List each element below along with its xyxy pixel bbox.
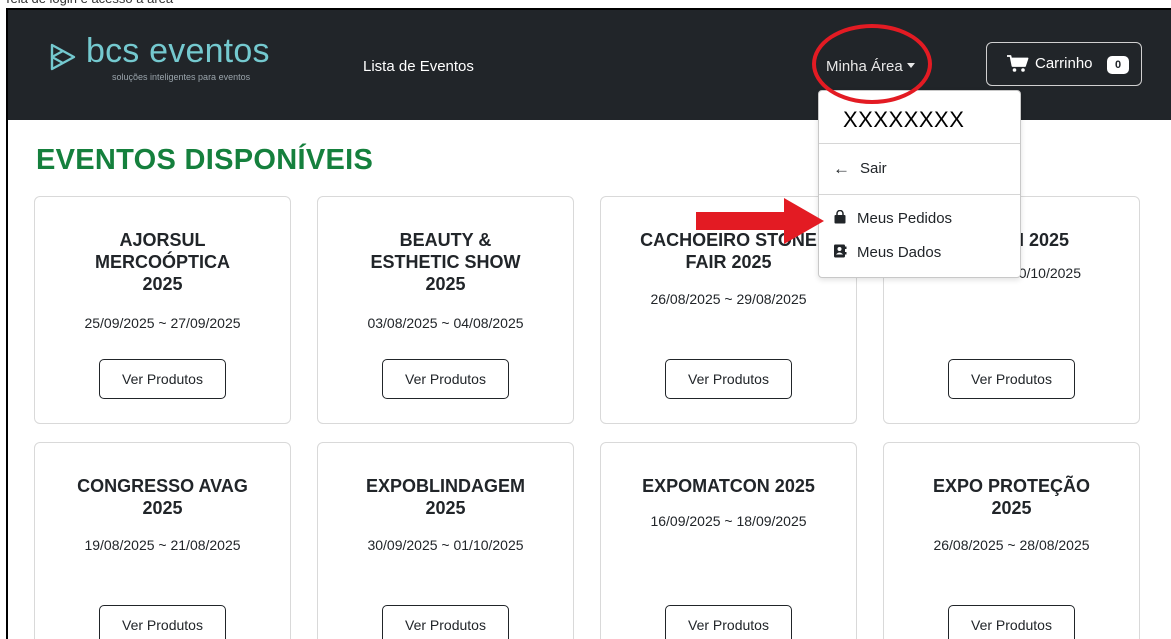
dropdown-divider <box>819 194 1020 195</box>
cart-count-badge: 0 <box>1107 56 1129 74</box>
shopping-bag-icon <box>834 210 846 224</box>
page-title: EVENTOS DISPONÍVEIS <box>36 144 374 176</box>
event-card: EXPOMATCON 2025 16/09/2025 ~ 18/09/2025 … <box>600 442 857 639</box>
event-title: EXPO PROTEÇÃO 2025 <box>932 476 1091 518</box>
view-products-button[interactable]: Ver Produtos <box>948 605 1075 639</box>
event-card: EXPOBLINDAGEM 2025 30/09/2025 ~ 01/10/20… <box>317 442 574 639</box>
arrow-left-icon: ← <box>833 159 850 178</box>
shopping-cart-icon <box>1007 55 1029 72</box>
event-card: AJORSUL MERCOÓPTICA 2025 25/09/2025 ~ 27… <box>34 196 291 424</box>
brand-tagline: soluções inteligentes para eventos <box>112 72 251 82</box>
event-title: BEAUTY & ESTHETIC SHOW 2025 <box>370 230 521 294</box>
dropdown-item-label: Sair <box>860 160 887 177</box>
event-dates: 26/08/2025 ~ 28/08/2025 <box>933 537 1090 553</box>
red-arrow-annotation <box>696 198 824 244</box>
event-title: AJORSUL MERCOÓPTICA 2025 <box>95 230 230 294</box>
event-title: CONGRESSO AVAG 2025 <box>77 476 248 518</box>
event-card: CONGRESSO AVAG 2025 19/08/2025 ~ 21/08/2… <box>34 442 291 639</box>
event-dates: 16/09/2025 ~ 18/09/2025 <box>650 513 807 529</box>
dropdown-item-logout[interactable]: ← Sair <box>833 159 887 179</box>
event-dates: 03/08/2025 ~ 04/08/2025 <box>367 315 524 331</box>
top-strip: Tela de login e acesso à área <box>0 0 1171 8</box>
brand-name: bcs eventos <box>86 32 270 70</box>
event-title: EXPOBLINDAGEM 2025 <box>365 476 525 518</box>
dropdown-item-label: Meus Dados <box>857 244 942 261</box>
view-products-button[interactable]: Ver Produtos <box>382 605 509 639</box>
event-title: EXPOMATCON 2025 <box>642 476 815 496</box>
view-products-button[interactable]: Ver Produtos <box>99 359 226 399</box>
address-book-icon <box>834 244 847 258</box>
event-card: EXPO PROTEÇÃO 2025 26/08/2025 ~ 28/08/20… <box>883 442 1140 639</box>
play-triangle-logo-icon <box>50 43 76 71</box>
dropdown-item-profile[interactable]: Meus Dados <box>833 244 941 261</box>
dropdown-divider <box>819 143 1020 144</box>
cart-button[interactable]: Carrinho 0 <box>986 42 1142 86</box>
view-products-button[interactable]: Ver Produtos <box>99 605 226 639</box>
event-dates: 25/09/2025 ~ 27/09/2025 <box>84 315 241 331</box>
view-products-button[interactable]: Ver Produtos <box>665 605 792 639</box>
event-dates: 26/08/2025 ~ 29/08/2025 <box>650 291 807 307</box>
account-dropdown-menu: XXXXXXXX ← Sair Meus Pedidos Meus Dados <box>818 90 1021 278</box>
view-products-button[interactable]: Ver Produtos <box>665 359 792 399</box>
event-card: BEAUTY & ESTHETIC SHOW 2025 03/08/2025 ~… <box>317 196 574 424</box>
dropdown-item-label: Meus Pedidos <box>857 210 953 227</box>
dropdown-item-orders[interactable]: Meus Pedidos <box>833 210 952 227</box>
view-products-button[interactable]: Ver Produtos <box>382 359 509 399</box>
event-dates: 30/09/2025 ~ 01/10/2025 <box>367 537 524 553</box>
cart-label: Carrinho <box>1035 55 1093 72</box>
event-dates: 19/08/2025 ~ 21/08/2025 <box>84 537 241 553</box>
highlight-circle-annotation <box>812 24 932 104</box>
nav-link-event-list[interactable]: Lista de Eventos <box>363 58 474 75</box>
view-products-button[interactable]: Ver Produtos <box>948 359 1075 399</box>
dropdown-user-name: XXXXXXXX <box>843 107 965 132</box>
browser-frame: bcs eventos soluções inteligentes para e… <box>6 8 1171 639</box>
